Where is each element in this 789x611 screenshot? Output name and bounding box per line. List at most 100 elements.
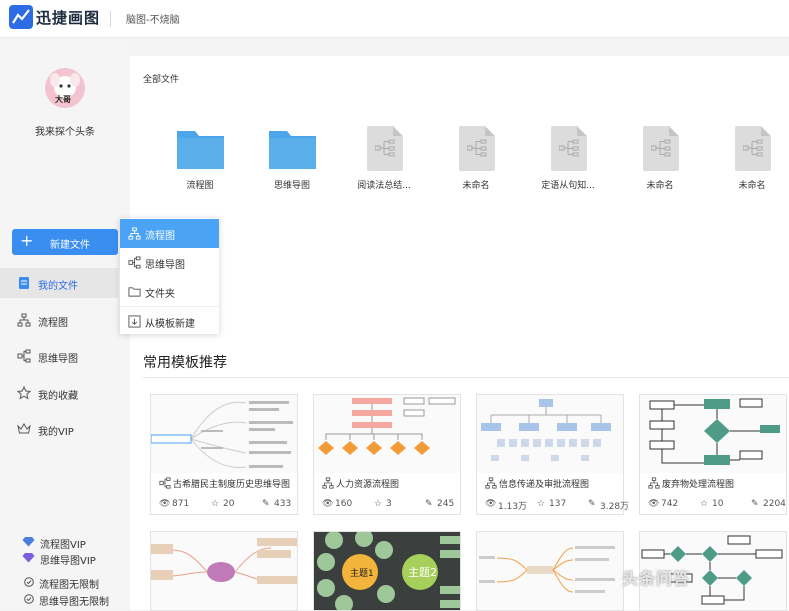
- file-name: 阅读法总结...: [357, 181, 411, 191]
- template-card[interactable]: [150, 531, 298, 611]
- folder-icon: [269, 131, 316, 169]
- eye-icon: 👁: [648, 499, 660, 509]
- file-item[interactable]: 阅读法总结...: [349, 123, 419, 193]
- flowchart-icon: [485, 477, 497, 489]
- mindmap-icon: [17, 349, 31, 363]
- star-icon: ☆: [211, 499, 220, 509]
- menu-item-label: 文件夹: [145, 289, 175, 300]
- stars-count: 137: [549, 499, 567, 509]
- mindmap-file-icon: [551, 126, 587, 171]
- vip-label: 流程图VIP: [40, 540, 86, 551]
- menu-item-mindmap[interactable]: 思维导图: [120, 248, 219, 277]
- menu-item-flowchart[interactable]: 流程图: [120, 219, 219, 248]
- flowchart-icon: [648, 477, 660, 489]
- star-icon: [17, 386, 31, 400]
- file-item[interactable]: 未命名: [717, 123, 787, 193]
- sidebar-item-label: 流程图: [38, 318, 68, 329]
- menu-item-folder[interactable]: 文件夹: [120, 277, 219, 306]
- files-section-label: 全部文件: [143, 75, 180, 85]
- doc-title[interactable]: 脑图-不烧脑: [126, 11, 180, 26]
- template-card[interactable]: 古希腊民主制度历史思维导图 👁 871 ☆ 20 ✎ 433: [150, 394, 298, 515]
- template-card[interactable]: 废弃物处理流程图 👁 742 ☆ 10 ✎ 2204: [639, 394, 787, 515]
- templates-divider: [143, 377, 789, 378]
- folder-icon: [177, 131, 224, 169]
- stars-count: 3: [386, 499, 392, 509]
- views-count: 871: [172, 499, 190, 509]
- template-thumbnail: [477, 395, 623, 473]
- file-item[interactable]: 流程图: [165, 123, 235, 193]
- template-card[interactable]: 主题1 主题2: [313, 531, 461, 611]
- menu-item-label: 思维导图: [145, 260, 185, 271]
- edit-icon: ✎: [588, 499, 596, 509]
- template-thumbnail: [640, 395, 786, 473]
- topic-1-label: 主题1: [350, 569, 374, 579]
- template-name: 人力资源流程图: [336, 480, 400, 490]
- template-name: 信息传递及审批流程图: [499, 480, 590, 490]
- template-card[interactable]: [476, 531, 624, 611]
- template-name: 古希腊民主制度历史思维导图: [173, 480, 291, 490]
- main-panel: 全部文件 流程图 思维导图 阅读法总结... 未命名 定语从句知... 未命名 …: [130, 56, 789, 611]
- flowchart-icon: [17, 313, 31, 327]
- avatar-text: 大哥: [55, 95, 71, 104]
- stars-count: 20: [223, 499, 235, 509]
- menu-item-label: 从模板新建: [145, 319, 195, 330]
- folder-icon: [128, 287, 141, 297]
- check-circle-icon: [24, 594, 34, 604]
- file-item[interactable]: 未命名: [625, 123, 695, 193]
- app-name: 迅捷画图: [36, 9, 101, 27]
- topic-2-label: 主题2: [408, 566, 437, 579]
- sidebar-item-my-files[interactable]: 我的文件: [0, 268, 118, 298]
- template-thumbnail: [314, 395, 460, 473]
- mindmap-icon: [128, 256, 141, 269]
- diamond-icon: [22, 537, 35, 547]
- sidebar-item-label: 我的VIP: [38, 427, 74, 438]
- plus-icon: +: [20, 231, 34, 250]
- new-file-menu: 流程图 思维导图 文件夹 从模板新建: [120, 218, 219, 334]
- eye-icon: 👁: [159, 499, 171, 509]
- template-card[interactable]: 人力资源流程图 👁 160 ☆ 3 ✎ 245: [313, 394, 461, 515]
- edit-icon: ✎: [425, 499, 433, 509]
- views-count: 742: [661, 499, 679, 509]
- eye-icon: 👁: [322, 499, 334, 509]
- template-name: 废弃物处理流程图: [662, 480, 735, 490]
- template-thumbnail: [151, 395, 297, 473]
- avatar[interactable]: 大哥: [45, 68, 85, 108]
- uses-count: 2204: [763, 499, 786, 509]
- sidebar-item-label: 我的文件: [38, 281, 78, 292]
- file-name: 定语从句知...: [541, 181, 595, 191]
- sidebar-item-label: 我的收藏: [38, 391, 78, 402]
- vip-label: 思维导图无限制: [39, 597, 109, 608]
- file-name: 未命名: [738, 181, 766, 191]
- sidebar-item-vip[interactable]: 我的VIP: [0, 414, 118, 444]
- sidebar: 大哥 我来探个头条 + 新建文件 我的文件 流程图 思维导图 我的收藏 我的VI…: [0, 38, 130, 610]
- stars-count: 10: [712, 499, 724, 509]
- templates-title: 常用模板推荐: [143, 355, 227, 371]
- file-icon: [19, 277, 29, 289]
- menu-item-from-template[interactable]: 从模板新建: [120, 307, 219, 336]
- new-file-button[interactable]: + 新建文件: [12, 229, 118, 255]
- file-item[interactable]: 定语从句知...: [533, 123, 603, 193]
- app-logo-icon[interactable]: [9, 5, 33, 29]
- template-icon: [128, 315, 141, 328]
- file-item[interactable]: 未命名: [441, 123, 511, 193]
- sidebar-item-flowchart[interactable]: 流程图: [0, 305, 118, 335]
- sidebar-item-label: 思维导图: [38, 354, 78, 365]
- file-item[interactable]: 思维导图: [257, 123, 327, 193]
- vip-label: 流程图无限制: [39, 580, 99, 591]
- crown-icon: [17, 423, 31, 434]
- uses-count: 3.28万: [600, 502, 630, 512]
- title-divider: [110, 11, 111, 27]
- sidebar-item-mindmap[interactable]: 思维导图: [0, 341, 118, 371]
- uses-count: 245: [437, 499, 455, 509]
- edit-icon: ✎: [262, 499, 270, 509]
- mindmap-file-icon: [367, 126, 403, 171]
- views-count: 1.13万: [498, 502, 528, 512]
- template-card[interactable]: 信息传递及审批流程图 👁 1.13万 ☆ 137 ✎ 3.28万: [476, 394, 629, 515]
- sidebar-item-favorites[interactable]: 我的收藏: [0, 378, 118, 408]
- star-icon: ☆: [700, 499, 709, 509]
- uses-count: 433: [274, 499, 292, 509]
- mindmap-file-icon: [643, 126, 679, 171]
- username: 我来探个头条: [35, 127, 95, 138]
- watermark: 头条问答: [622, 569, 691, 588]
- mindmap-file-icon: [459, 126, 495, 171]
